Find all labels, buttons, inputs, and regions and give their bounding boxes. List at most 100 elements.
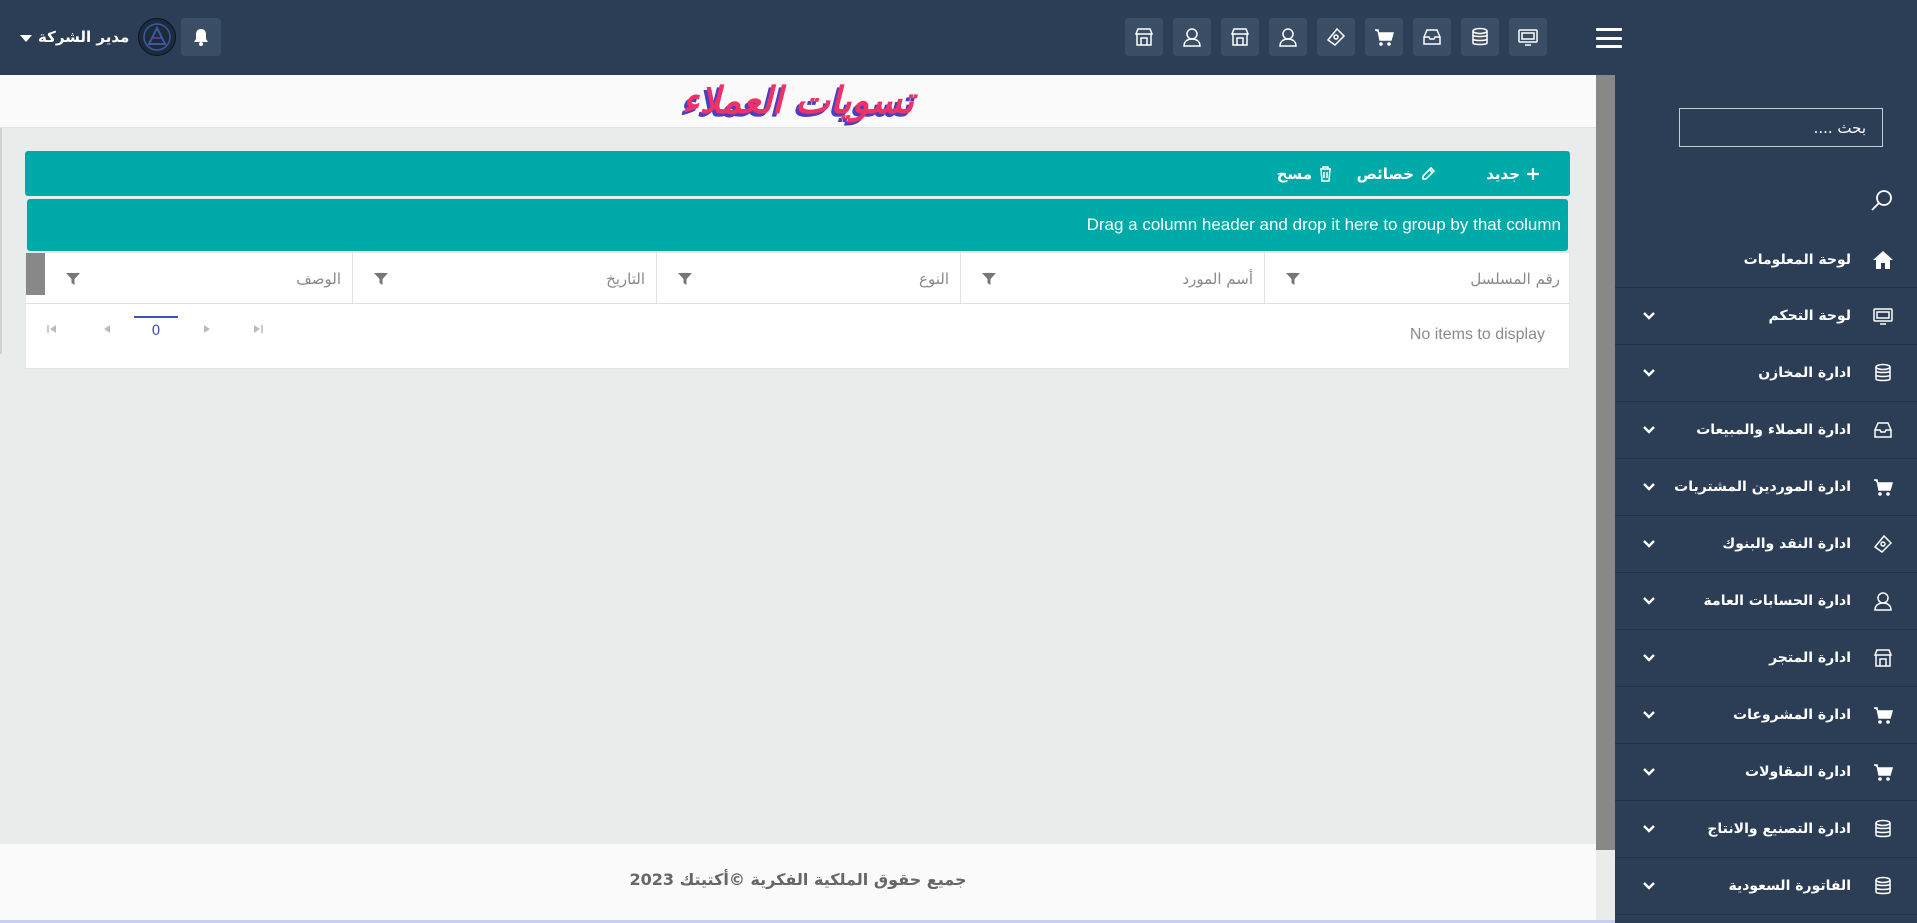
notifications-button[interactable] xyxy=(181,18,221,56)
inbox-icon xyxy=(1869,416,1897,444)
cart-icon xyxy=(1869,701,1897,729)
shortcut-store-2[interactable] xyxy=(1221,18,1259,56)
column-header-supplier[interactable]: أسم المورد xyxy=(960,253,1264,304)
person-icon xyxy=(1279,28,1297,47)
column-title: النوع xyxy=(919,270,949,288)
chevron-down-icon xyxy=(1643,825,1655,833)
first-page-icon[interactable] xyxy=(46,323,58,335)
column-header-type[interactable]: النوع xyxy=(656,253,960,304)
sidebar-item-label: ادارة المتجر xyxy=(1769,650,1851,666)
shortcut-sales[interactable] xyxy=(1413,18,1451,56)
sidebar-item-saudi-invoice[interactable]: الفاتورة السعودية xyxy=(1615,858,1917,915)
chevron-down-icon xyxy=(1643,483,1655,491)
shop-icon xyxy=(1230,28,1250,46)
trash-icon xyxy=(1320,166,1331,182)
sidebar-item-customers-sales[interactable]: ادارة العملاء والمبيعات xyxy=(1615,402,1917,459)
filter-icon[interactable] xyxy=(1285,272,1301,286)
properties-button-label: خصائص xyxy=(1356,164,1414,183)
sidebar-item-label: ادارة النقد والبنوك xyxy=(1722,536,1851,552)
page-header: تسويات العملاء xyxy=(0,75,1596,128)
properties-button[interactable]: خصائص xyxy=(1357,151,1437,196)
pencil-icon xyxy=(1422,166,1436,180)
shortcut-control-panel[interactable] xyxy=(1509,18,1547,56)
user-menu[interactable]: مدير الشركة xyxy=(20,24,129,50)
sidebar-item-label: لوحة التحكم xyxy=(1768,308,1851,324)
database-icon xyxy=(1472,27,1488,46)
column-header-serial[interactable]: رقم المسلسل xyxy=(1264,253,1571,304)
sidebar-item-store[interactable]: ادارة المتجر xyxy=(1615,630,1917,687)
grid-scroll-grip[interactable] xyxy=(26,253,45,295)
chevron-down-icon xyxy=(1643,426,1655,434)
database-icon xyxy=(1869,359,1897,387)
search-icon xyxy=(1871,190,1892,211)
sidebar-item-projects[interactable]: ادارة المشروعات xyxy=(1615,687,1917,744)
chevron-down-icon xyxy=(1643,369,1655,377)
monitor-icon xyxy=(1518,29,1538,46)
shortcut-cash[interactable] xyxy=(1317,18,1355,56)
sidebar: لوحة المعلومات لوحة التحكم ادارة المخازن… xyxy=(1615,75,1917,923)
next-page-icon[interactable] xyxy=(201,323,213,335)
chevron-down-icon xyxy=(1643,540,1655,548)
sidebar-item-label: ادارة المشروعات xyxy=(1733,707,1851,723)
filter-icon[interactable] xyxy=(981,272,997,286)
column-title: الوصف xyxy=(296,270,341,288)
chevron-down-icon xyxy=(1643,768,1655,776)
new-button[interactable]: جديد xyxy=(1486,151,1540,196)
sidebar-search-input[interactable] xyxy=(1679,108,1883,147)
shortcut-warehouses[interactable] xyxy=(1461,18,1499,56)
column-header-date[interactable]: التاريخ xyxy=(352,253,656,304)
filter-icon[interactable] xyxy=(677,272,693,286)
main-scrollbar[interactable] xyxy=(1596,75,1615,850)
footer: جميع حقوق الملكية الفكرية ©أكتيتك 2023 xyxy=(0,844,1596,923)
chevron-down-icon xyxy=(1643,654,1655,662)
cart-icon xyxy=(1869,473,1897,501)
cart-icon xyxy=(1375,29,1394,46)
top-bar: مدير الشركة xyxy=(0,0,1917,75)
grid-header: رقم المسلسل أسم المورد النوع التاريخ الو… xyxy=(26,253,1569,304)
current-page-number[interactable]: 0 xyxy=(134,316,178,346)
content-left-edge xyxy=(0,128,2,354)
pagination: 0 xyxy=(26,315,286,345)
column-title: التاريخ xyxy=(606,270,645,288)
menu-toggle-button[interactable] xyxy=(1596,28,1622,48)
sidebar-item-warehouses[interactable]: ادارة المخازن xyxy=(1615,345,1917,402)
shop-icon xyxy=(1869,644,1897,672)
column-header-description[interactable]: الوصف xyxy=(45,253,352,304)
last-page-icon[interactable] xyxy=(252,323,264,335)
delete-button-label: مسح xyxy=(1276,164,1312,183)
sidebar-item-label: ادارة الموردين المشتريات xyxy=(1674,479,1851,495)
search-button[interactable] xyxy=(1869,188,1895,218)
person-icon xyxy=(1869,587,1897,615)
quick-access-icons xyxy=(1125,18,1547,56)
shortcut-accounts[interactable] xyxy=(1173,18,1211,56)
column-title: أسم المورد xyxy=(1182,270,1253,288)
sidebar-item-dashboard[interactable]: لوحة المعلومات xyxy=(1615,232,1917,288)
money-icon xyxy=(1869,530,1897,558)
delete-button[interactable]: مسح xyxy=(1277,151,1333,196)
group-by-panel[interactable]: Drag a column header and drop it here to… xyxy=(27,199,1568,251)
person-icon xyxy=(1183,28,1201,47)
bell-icon xyxy=(194,29,208,46)
sidebar-item-suppliers-purchases[interactable]: ادارة الموردين المشتريات xyxy=(1615,459,1917,516)
sidebar-item-label: لوحة المعلومات xyxy=(1743,251,1851,268)
copyright-text: جميع حقوق الملكية الفكرية ©أكتيتك 2023 xyxy=(629,870,967,889)
avatar[interactable] xyxy=(138,18,176,56)
sidebar-item-manufacturing[interactable]: ادارة التصنيع والانتاج xyxy=(1615,801,1917,858)
filter-icon[interactable] xyxy=(65,272,81,286)
new-button-label: جديد xyxy=(1486,164,1520,183)
shortcut-purchases[interactable] xyxy=(1365,18,1403,56)
filter-icon[interactable] xyxy=(373,272,389,286)
sidebar-item-contracting[interactable]: ادارة المقاولات xyxy=(1615,744,1917,801)
sidebar-item-label: ادارة المخازن xyxy=(1758,365,1851,381)
monitor-icon xyxy=(1869,302,1897,330)
shop-icon xyxy=(1134,28,1154,46)
shortcut-accounts-2[interactable] xyxy=(1269,18,1307,56)
column-title: رقم المسلسل xyxy=(1470,270,1560,288)
sidebar-item-cash-banks[interactable]: ادارة النقد والبنوك xyxy=(1615,516,1917,573)
sidebar-item-control-panel[interactable]: لوحة التحكم xyxy=(1615,288,1917,345)
previous-page-icon[interactable] xyxy=(101,323,113,335)
shortcut-store[interactable] xyxy=(1125,18,1163,56)
chevron-down-icon xyxy=(1643,312,1655,320)
sidebar-item-general-accounts[interactable]: ادارة الحسابات العامة xyxy=(1615,573,1917,630)
group-panel-hint: Drag a column header and drop it here to… xyxy=(1086,215,1561,234)
